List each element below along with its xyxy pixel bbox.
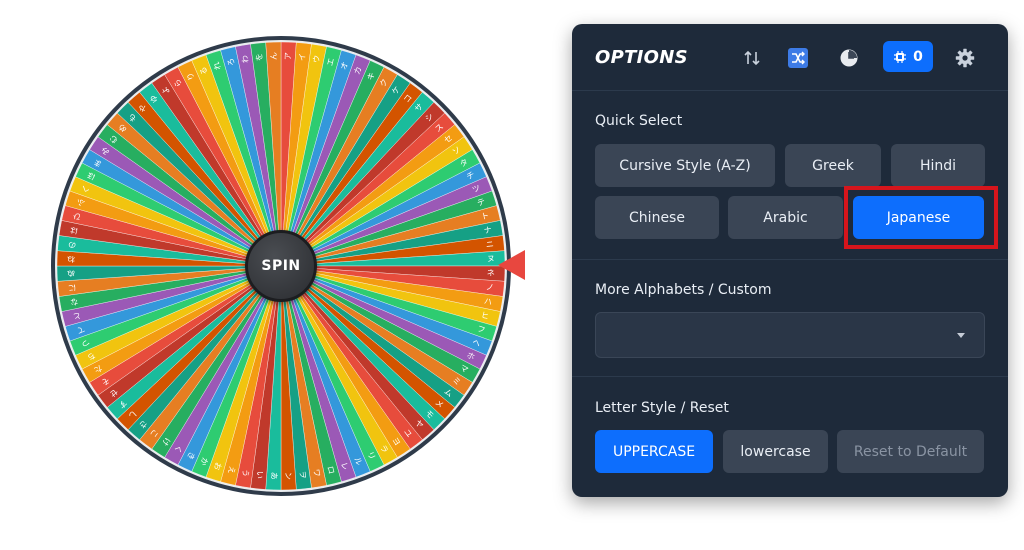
wheel-letter: は <box>69 225 78 235</box>
wheel-letter: ワ <box>312 468 322 477</box>
timer-icon[interactable] <box>838 45 860 71</box>
wheel-letter: ぬ <box>67 269 75 278</box>
japanese-highlight-box <box>844 186 998 249</box>
divider <box>572 259 1008 260</box>
wheel-letter: ハ <box>483 297 492 307</box>
alphabet-select[interactable] <box>595 312 985 358</box>
wheel-letter: ン <box>284 472 293 480</box>
wheel-letter: を <box>255 53 265 62</box>
greek-button[interactable]: Greek <box>785 144 881 187</box>
wheel-letter: ナ <box>483 225 492 235</box>
wheel-letter: ヌ <box>487 254 495 263</box>
arabic-button[interactable]: Arabic <box>728 196 843 239</box>
shuffle-icon[interactable] <box>787 45 809 71</box>
chinese-button[interactable]: Chinese <box>595 196 719 239</box>
wheel-letter: い <box>255 470 265 479</box>
wheel-letter: ヲ <box>298 470 308 479</box>
wheel-letter: ん <box>269 52 278 60</box>
wheel-letter: に <box>68 283 77 293</box>
wheel-letter: ニ <box>485 240 494 250</box>
gear-icon[interactable] <box>954 45 976 71</box>
panel-title: OPTIONS <box>595 47 688 68</box>
spinner-wheel[interactable]: アイウエオカキクケコサシスセソタチツテトナニヌネノハヒフヘホマミムメモヤユヨラリ… <box>51 36 511 496</box>
counter-value: 0 <box>913 48 923 65</box>
options-panel: OPTIONS 0 Quick Select Cursive Style (A-… <box>572 24 1008 497</box>
wheel-letter: な <box>69 297 78 307</box>
wheel-pointer-icon <box>498 250 525 280</box>
wheel-letter: ウ <box>312 54 322 63</box>
wheel-letter: イ <box>298 53 308 62</box>
wheel-letter: わ <box>240 54 250 63</box>
wheel-letter: う <box>240 468 250 477</box>
wheel-letter: ね <box>67 254 75 263</box>
panel-header: OPTIONS 0 <box>572 24 1008 91</box>
letter-style-label: Letter Style / Reset <box>595 400 729 416</box>
chevron-down-icon <box>957 333 965 338</box>
reset-default-button[interactable]: Reset to Default <box>837 430 984 473</box>
wheel-letter: あ <box>269 472 278 480</box>
counter-button[interactable]: 0 <box>883 41 933 72</box>
wheel-letter: ア <box>284 52 293 60</box>
wheel-letter: の <box>68 240 77 250</box>
spin-button[interactable]: SPIN <box>245 230 317 302</box>
quick-select-label: Quick Select <box>595 113 683 129</box>
lowercase-button[interactable]: lowercase <box>723 430 828 473</box>
more-alphabets-label: More Alphabets / Custom <box>595 282 772 298</box>
wheel-letter: ネ <box>487 269 495 278</box>
cursive-style-button[interactable]: Cursive Style (A-Z) <box>595 144 775 187</box>
chip-icon <box>894 50 907 63</box>
hindi-button[interactable]: Hindi <box>891 144 985 187</box>
uppercase-button[interactable]: UPPERCASE <box>595 430 713 473</box>
sort-icon[interactable] <box>741 45 763 71</box>
divider <box>572 376 1008 377</box>
wheel-letter: ノ <box>485 283 494 293</box>
